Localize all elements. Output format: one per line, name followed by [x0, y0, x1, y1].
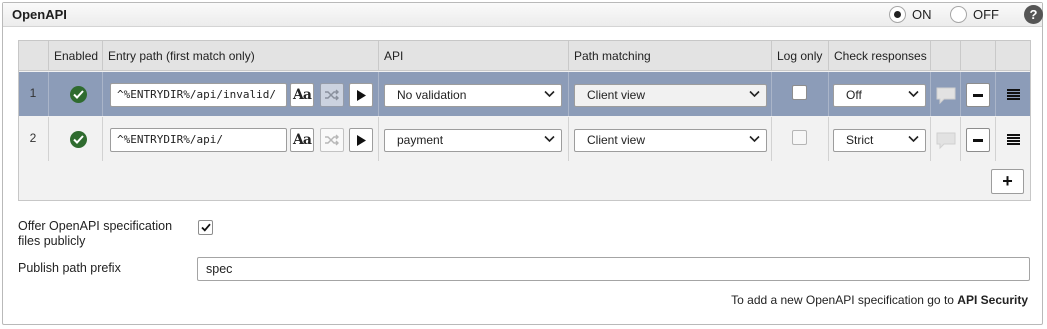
col-header-remove [961, 41, 996, 71]
toggle-off-label: OFF [973, 7, 999, 22]
api-select[interactable]: payment [384, 129, 562, 152]
chevron-down-icon [749, 90, 760, 98]
chevron-down-icon [908, 135, 919, 143]
radio-on[interactable] [889, 6, 906, 23]
add-row-button[interactable]: + [991, 169, 1024, 194]
row-number: 1 [29, 86, 37, 100]
enabled-check-icon[interactable] [70, 86, 87, 103]
api-security-link[interactable]: API Security [957, 293, 1028, 307]
chevron-down-icon [749, 135, 760, 143]
shuffle-button[interactable] [320, 128, 344, 152]
minus-icon [973, 93, 983, 97]
openapi-table: Enabled Entry path (first match only) AP… [18, 40, 1031, 201]
entry-path-input[interactable]: ^%ENTRYDIR%/api/invalid/ [110, 83, 287, 107]
test-button[interactable] [349, 128, 373, 152]
check-responses-select[interactable]: Off [833, 84, 926, 107]
path-matching-select[interactable]: Client view [574, 84, 767, 107]
comment-icon[interactable] [936, 132, 956, 150]
shuffle-icon [325, 134, 339, 146]
path-matching-select[interactable]: Client view [574, 129, 767, 152]
path-matching-value: Client view [587, 88, 646, 102]
panel-header: OpenAPI ON OFF ? [3, 3, 1043, 27]
api-select-value: No validation [397, 88, 467, 102]
remove-row-button[interactable] [966, 83, 990, 107]
api-select-value: payment [397, 133, 444, 147]
check-responses-value: Strict [846, 133, 874, 147]
toggle-on[interactable]: ON [889, 6, 932, 23]
chevron-down-icon [908, 90, 919, 98]
chevron-down-icon [544, 135, 555, 143]
radio-off[interactable] [950, 6, 967, 23]
publish-prefix-label: Publish path prefix [18, 261, 121, 275]
case-sensitive-icon: Aa [293, 132, 312, 148]
check-responses-value: Off [846, 88, 862, 102]
panel-title: OpenAPI [12, 7, 67, 22]
enabled-check-icon[interactable] [70, 131, 87, 148]
play-icon [357, 89, 366, 101]
drag-handle-icon[interactable] [1007, 134, 1020, 145]
col-header-path-matching: Path matching [569, 41, 772, 71]
col-header-entry-path: Entry path (first match only) [103, 41, 379, 71]
case-sensitive-icon: Aa [293, 87, 312, 103]
entry-path-input[interactable]: ^%ENTRYDIR%/api/ [110, 128, 287, 152]
col-header-api: API [379, 41, 569, 71]
row-number: 2 [29, 131, 37, 145]
toggle-off[interactable]: OFF [950, 6, 999, 23]
case-sensitive-button[interactable]: Aa [290, 128, 314, 152]
col-header-log-only: Log only [772, 41, 829, 71]
col-header-index [19, 41, 49, 71]
col-header-move [996, 41, 1030, 71]
table-row[interactable]: 2 ^%ENTRYDIR%/api/ Aa payment Client vie… [19, 117, 1030, 161]
remove-row-button[interactable] [966, 128, 990, 152]
offer-spec-label: Offer OpenAPI specification files public… [18, 219, 173, 248]
col-header-comment [931, 41, 961, 71]
table-row[interactable]: 1 ^%ENTRYDIR%/api/invalid/ Aa No validat… [19, 72, 1030, 116]
log-only-checkbox[interactable] [792, 130, 807, 145]
openapi-panel: OpenAPI ON OFF ? Enabled Entry path (fir… [2, 2, 1043, 325]
test-button[interactable] [349, 83, 373, 107]
shuffle-button[interactable] [320, 83, 344, 107]
comment-icon[interactable] [936, 87, 956, 105]
check-icon [200, 223, 211, 232]
col-header-enabled: Enabled [49, 41, 103, 71]
offer-spec-checkbox[interactable] [198, 220, 213, 235]
check-responses-select[interactable]: Strict [833, 129, 926, 152]
help-icon[interactable]: ? [1024, 5, 1043, 24]
footer-note-text: To add a new OpenAPI specification go to [731, 293, 958, 307]
path-matching-value: Client view [587, 133, 646, 147]
toggle-on-label: ON [912, 7, 932, 22]
publish-prefix-input[interactable]: spec [197, 257, 1030, 281]
log-only-checkbox[interactable] [792, 85, 807, 100]
footer-note: To add a new OpenAPI specification go to… [731, 293, 1028, 307]
case-sensitive-button[interactable]: Aa [290, 83, 314, 107]
minus-icon [973, 138, 983, 142]
drag-handle-icon[interactable] [1007, 89, 1020, 100]
api-select[interactable]: No validation [384, 84, 562, 107]
col-header-check-responses: Check responses [829, 41, 931, 71]
play-icon [357, 134, 366, 146]
chevron-down-icon [544, 90, 555, 98]
shuffle-icon [325, 89, 339, 101]
